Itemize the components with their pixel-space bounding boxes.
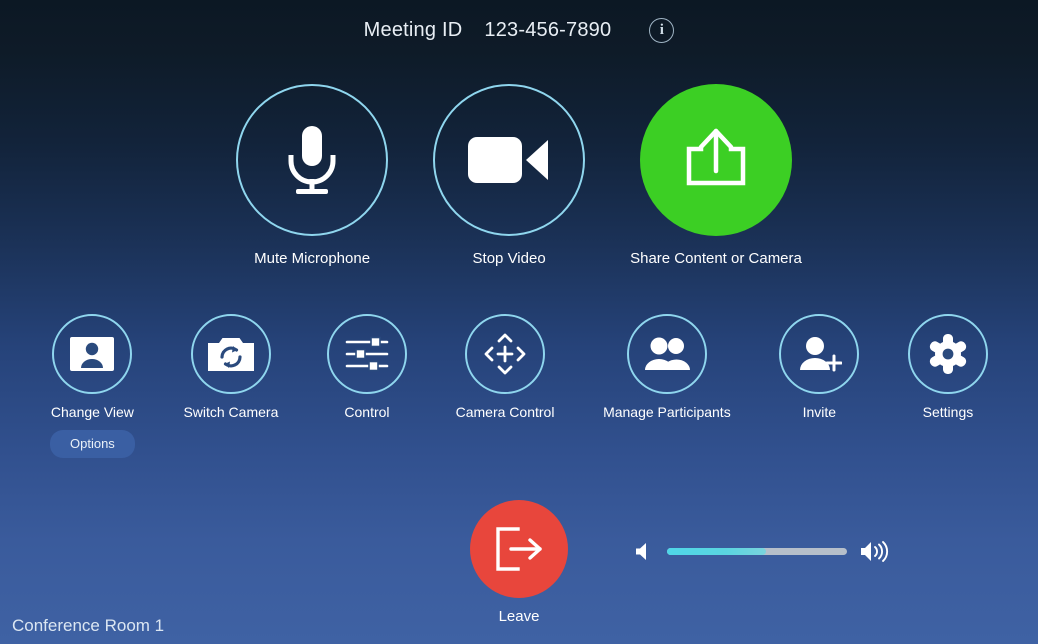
speaker-low-icon[interactable] (634, 541, 655, 562)
switch-camera-label: Switch Camera (183, 404, 279, 420)
stop-video-label: Stop Video (472, 250, 546, 267)
camera-control-button[interactable]: Camera Control (455, 314, 555, 458)
leave-circle (470, 500, 568, 598)
control-label: Control (344, 404, 390, 420)
sliders-icon (345, 336, 389, 372)
mute-microphone-button[interactable]: Mute Microphone (236, 84, 389, 267)
room-name-label: Conference Room 1 (12, 616, 165, 635)
exit-door-icon (494, 526, 544, 572)
stop-video-button[interactable]: Stop Video (433, 84, 586, 267)
info-icon[interactable]: i (649, 17, 675, 43)
change-view-label: Change View (50, 404, 134, 420)
leave-label: Leave (498, 608, 540, 625)
settings-button[interactable]: Settings (907, 314, 988, 458)
invite-button[interactable]: Invite (779, 314, 860, 458)
manage-participants-circle (626, 314, 707, 394)
options-button[interactable]: Options (50, 430, 135, 458)
zoom-room-controller-screen: Meeting ID 123-456-7890 i Mute Microphon… (0, 0, 1038, 644)
mute-microphone-label: Mute Microphone (254, 250, 371, 267)
header: Meeting ID 123-456-7890 i (0, 12, 1038, 48)
meeting-id-value: 123-456-7890 (484, 18, 612, 41)
change-view-circle (52, 314, 133, 394)
camera-pan-tilt-icon (481, 330, 529, 378)
stop-video-circle (433, 84, 586, 236)
gear-icon (928, 334, 968, 374)
control-circle (326, 314, 407, 394)
share-upload-icon (679, 123, 753, 197)
volume-slider-track[interactable] (667, 547, 847, 555)
switch-camera-icon (207, 335, 254, 373)
settings-label: Settings (922, 404, 974, 420)
invite-label: Invite (802, 404, 837, 420)
person-card-icon (70, 337, 115, 371)
secondary-controls-row: Change View Options Switch Camera Contro… (50, 314, 988, 458)
share-content-circle (639, 84, 792, 236)
switch-camera-circle (190, 314, 271, 394)
primary-controls-row: Mute Microphone Stop Video Share Content… (0, 84, 1038, 267)
volume-slider-group (634, 536, 889, 566)
camera-control-label: Camera Control (455, 404, 555, 420)
video-camera-icon (468, 133, 550, 187)
camera-control-circle (465, 314, 546, 394)
share-content-button[interactable]: Share Content or Camera (630, 84, 802, 267)
invite-circle (779, 314, 860, 394)
change-view-button[interactable]: Change View (51, 314, 134, 420)
leave-button[interactable]: Leave (470, 500, 568, 625)
volume-slider-fill (667, 547, 766, 555)
microphone-icon (281, 122, 343, 198)
meeting-id-label: Meeting ID (363, 18, 463, 41)
manage-participants-label: Manage Participants (603, 404, 731, 420)
switch-camera-button[interactable]: Switch Camera (183, 314, 278, 458)
mute-microphone-circle (236, 84, 389, 236)
change-view-cell: Change View Options (50, 314, 135, 458)
people-icon (643, 336, 691, 372)
settings-circle (907, 314, 988, 394)
speaker-high-icon[interactable] (859, 540, 889, 563)
manage-participants-button[interactable]: Manage Participants (603, 314, 731, 458)
control-button[interactable]: Control (326, 314, 407, 458)
share-content-label: Share Content or Camera (630, 250, 802, 267)
person-add-icon (796, 335, 843, 373)
